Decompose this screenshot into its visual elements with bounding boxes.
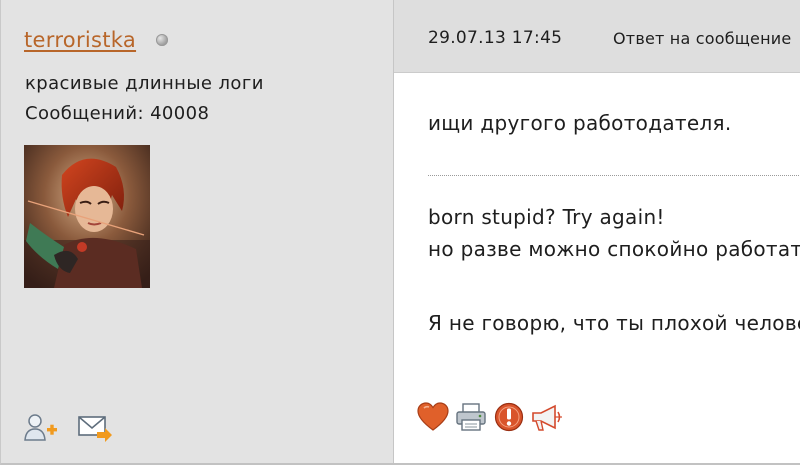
status-indicator-icon (156, 34, 169, 46)
forum-post: terroristka красивые длинные логи Сообще… (0, 0, 800, 465)
username-link[interactable]: terroristka (24, 28, 136, 52)
post-date: 29.07.13 17:45 (428, 28, 563, 48)
send-message-icon[interactable] (77, 412, 113, 442)
post-text-line: ищи другого работодателя. (428, 111, 732, 135)
megaphone-icon[interactable] (530, 401, 564, 433)
add-friend-icon[interactable] (23, 412, 59, 442)
print-icon[interactable] (454, 401, 488, 433)
user-title: красивые длинные логи (25, 73, 264, 94)
post-actions (416, 401, 564, 433)
post-count: Сообщений: 40008 (25, 103, 210, 124)
report-icon[interactable] (492, 401, 526, 433)
signature: born stupid? Try again! но разве можно с… (428, 201, 800, 339)
user-panel: terroristka красивые длинные логи Сообще… (1, 0, 394, 463)
signature-line: но разве можно спокойно работать... (428, 237, 800, 261)
avatar[interactable] (24, 145, 150, 288)
reply-link[interactable]: Ответ на сообщение (613, 29, 791, 48)
post-content-panel: 29.07.13 17:45 Ответ на сообщение ищи др… (394, 0, 800, 463)
username-row: terroristka (24, 26, 169, 54)
signature-line: born stupid? Try again! (428, 205, 665, 229)
signature-line: Я не говорю, что ты плохой человек... (428, 311, 800, 335)
post-header: 29.07.13 17:45 Ответ на сообщение (394, 0, 800, 73)
user-actions (23, 412, 113, 442)
post-body: ищи другого работодателя. (428, 107, 800, 139)
signature-separator (428, 175, 800, 176)
heart-icon[interactable] (416, 401, 450, 433)
